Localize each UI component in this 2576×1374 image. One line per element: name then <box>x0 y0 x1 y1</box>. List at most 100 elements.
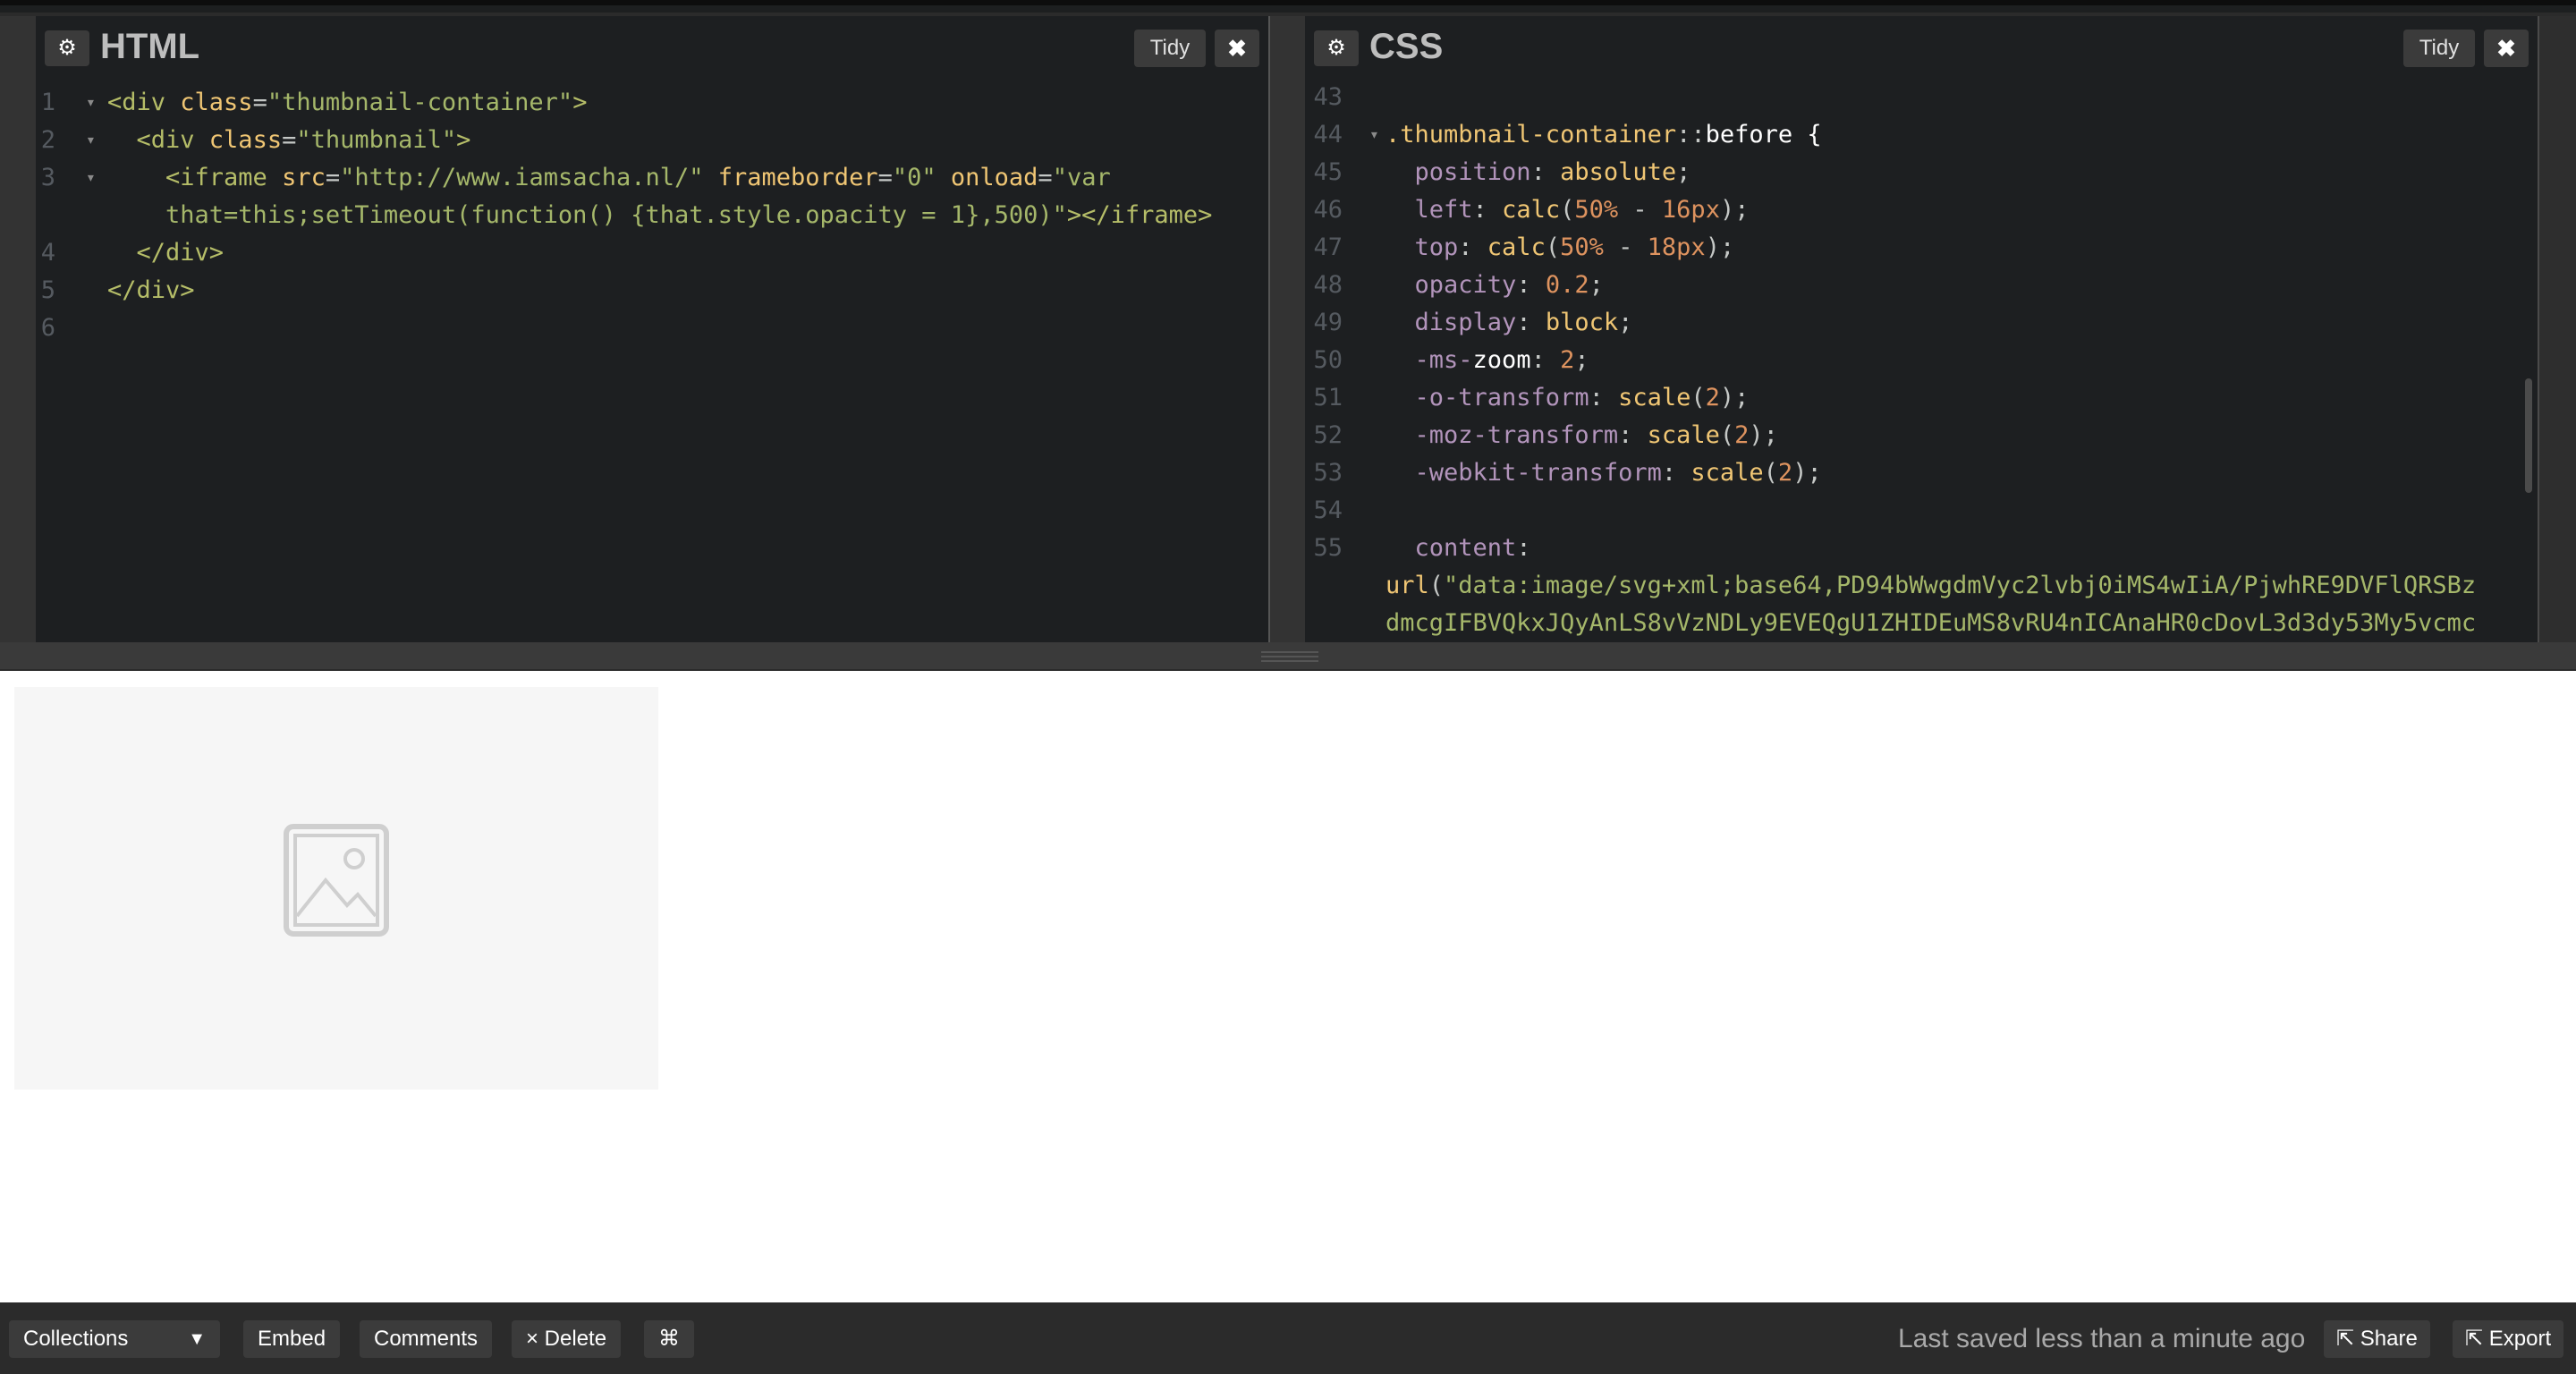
export-button[interactable]: ⇱ Export <box>2453 1320 2564 1358</box>
export-label: Export <box>2488 1327 2552 1351</box>
code-text: .thumbnail-container::before { <box>1385 116 1822 154</box>
html-code-editor[interactable]: 1 ▾ <div class="thumbnail-container"> 2 ▾ <d… <box>36 84 1268 347</box>
code-token: : <box>1530 158 1561 186</box>
fold-arrow-icon[interactable]: ▾ <box>86 159 96 197</box>
share-button[interactable]: ⇱ Share <box>2324 1320 2430 1358</box>
code-token: src <box>282 164 326 191</box>
css-code-line: 54 <box>1305 492 2538 530</box>
css-code-line: 47 top: calc(50% - 18px); <box>1305 229 2538 267</box>
code-token: ; <box>1574 346 1589 374</box>
command-icon: ⌘ <box>658 1327 680 1351</box>
code-text: -ms-zoom: 2; <box>1385 342 1589 379</box>
code-token: position <box>1385 158 1531 186</box>
code-token: calc <box>1502 196 1561 224</box>
line-number: 2 <box>40 126 55 154</box>
gear-icon: ⚙ <box>57 36 77 60</box>
code-text: top: calc(50% - 18px); <box>1385 229 1735 267</box>
code-token: -o-transform <box>1385 384 1589 411</box>
code-token: : <box>1516 271 1546 299</box>
delete-button[interactable]: × Delete <box>512 1320 622 1358</box>
html-code-line: 1 ▾ <div class="thumbnail-container"> <box>36 84 1268 122</box>
code-token: 18px <box>1647 233 1706 261</box>
html-close-button[interactable]: ✖ <box>1215 30 1259 67</box>
code-token: = <box>877 164 893 191</box>
code-text: <iframe src="http://www.iamsacha.nl/" fr… <box>107 159 1111 197</box>
code-token: 0.2 <box>1545 271 1589 299</box>
bottom-bar: Collections ▼ Embed Comments × Delete ⌘ … <box>0 1302 2576 1374</box>
code-token: url <box>1385 572 1429 599</box>
share-icon: ⇱ <box>2336 1327 2355 1351</box>
collections-dropdown[interactable]: Collections ▼ <box>9 1320 220 1358</box>
code-token: = <box>252 89 267 116</box>
code-token: : <box>1472 196 1503 224</box>
code-text: display: block; <box>1385 304 1633 342</box>
code-token: display <box>1385 309 1517 336</box>
code-token: > <box>572 89 588 116</box>
line-number: 51 <box>1313 384 1343 411</box>
code-token: ); <box>1719 384 1750 411</box>
code-token: scale <box>1618 384 1691 411</box>
css-close-button[interactable]: ✖ <box>2484 30 2529 67</box>
css-code-editor[interactable]: 4344 ▾ .thumbnail-container::before {45 po… <box>1305 79 2538 642</box>
code-token: : <box>1530 346 1561 374</box>
code-token: "var <box>1052 164 1111 191</box>
html-tidy-button[interactable]: Tidy <box>1134 30 1206 67</box>
fold-arrow-icon[interactable]: ▾ <box>1369 116 1379 154</box>
line-number: 4 <box>40 239 55 267</box>
embed-button[interactable]: Embed <box>243 1320 341 1358</box>
code-text: -webkit-transform: scale(2); <box>1385 454 1822 492</box>
line-number: 47 <box>1313 233 1343 261</box>
code-token: "thumbnail-container" <box>267 89 573 116</box>
line-number: 52 <box>1313 421 1343 449</box>
code-token: opacity <box>1385 271 1517 299</box>
css-code-line: 45 position: absolute; <box>1305 154 2538 191</box>
comments-button[interactable]: Comments <box>360 1320 493 1358</box>
fold-arrow-icon[interactable]: ▾ <box>86 122 96 159</box>
export-icon: ⇱ <box>2465 1327 2484 1351</box>
code-text: </div> <box>107 234 225 272</box>
code-token: 16px <box>1661 196 1720 224</box>
line-number: 48 <box>1313 271 1343 299</box>
gear-icon: ⚙ <box>1326 36 1346 60</box>
code-token: <iframe <box>107 164 283 191</box>
css-code-line: 44 ▾ .thumbnail-container::before { <box>1305 116 2538 154</box>
css-scrollbar-thumb[interactable] <box>2525 378 2532 493</box>
code-token: "thumbnail" <box>296 126 457 154</box>
code-token: ; <box>1589 271 1604 299</box>
code-token: : <box>1589 384 1619 411</box>
code-text: -o-transform: scale(2); <box>1385 379 1750 417</box>
code-token: : <box>1458 233 1487 261</box>
js-panel-collapsed[interactable]: JS <box>2538 16 2576 642</box>
html-settings-button[interactable]: ⚙ <box>45 30 89 66</box>
line-number: 46 <box>1313 196 1343 224</box>
css-code-line: url("data:image/svg+xml;base64,PD94bWwgd… <box>1305 567 2538 605</box>
code-token: 2 <box>1734 421 1750 449</box>
code-token: ); <box>1792 459 1822 487</box>
code-token: before { <box>1705 121 1822 148</box>
code-token: 50% <box>1560 233 1604 261</box>
html-panel-header: ⚙ HTML Tidy ✖ <box>36 16 1268 79</box>
css-settings-button[interactable]: ⚙ <box>1314 30 1359 66</box>
line-number: 54 <box>1313 496 1343 524</box>
code-token: "data:image/svg+xml;base64,PD94bWwgdmVyc… <box>1444 572 2477 599</box>
code-token: content <box>1385 534 1517 562</box>
fold-arrow-icon[interactable]: ▾ <box>86 84 96 122</box>
code-token: ); <box>1705 233 1735 261</box>
css-code-line: 43 <box>1305 79 2538 116</box>
code-token: : <box>1661 459 1691 487</box>
editor-area: ⚙ HTML Tidy ✖ 1 ▾ <div class="thumbnail-co… <box>0 16 2576 642</box>
line-number: 43 <box>1313 83 1343 111</box>
resize-grip-icon[interactable] <box>1261 651 1318 662</box>
line-number: 6 <box>40 314 55 342</box>
code-token: :: <box>1676 121 1706 148</box>
keyboard-shortcuts-button[interactable]: ⌘ <box>644 1320 694 1358</box>
code-text: </div> <box>107 272 195 310</box>
css-tidy-button[interactable]: Tidy <box>2403 30 2475 67</box>
html-code-line: 6 <box>36 310 1268 347</box>
css-code-line: 46 left: calc(50% - 16px); <box>1305 191 2538 229</box>
code-token: = <box>325 164 341 191</box>
html-code-line: 5 </div> <box>36 272 1268 310</box>
preview-resize-bar[interactable] <box>0 642 2576 671</box>
code-token: absolute <box>1560 158 1677 186</box>
css-panel-header: ⚙ CSS Tidy ✖ <box>1305 16 2538 79</box>
